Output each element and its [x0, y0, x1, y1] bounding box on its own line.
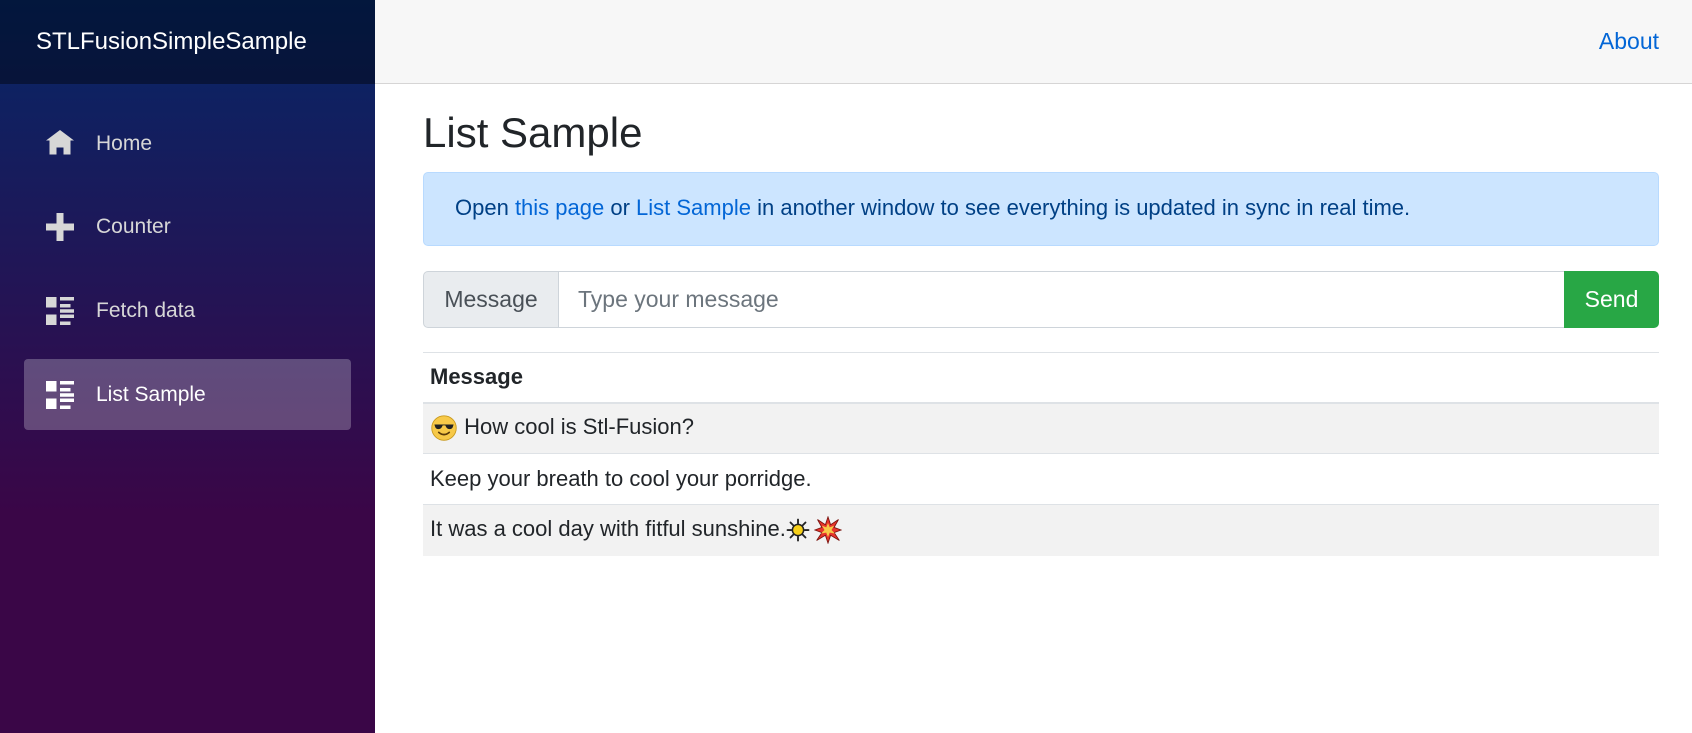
table-row: Keep your breath to cool your porridge. [423, 453, 1659, 505]
page-title: List Sample [423, 109, 643, 156]
alert-text-prefix: Open [455, 195, 515, 220]
message-column-header: Message [423, 352, 1659, 404]
smiling-face-with-sunglasses-emoji [431, 415, 457, 442]
message-input-label: Message [423, 271, 559, 328]
message-cell: Keep your breath to cool your porridge. [423, 453, 1659, 505]
this-page-link[interactable]: this page [515, 195, 604, 220]
message-cell: How cool is Stl-Fusion? [423, 402, 1659, 454]
about-link[interactable]: About [1599, 27, 1659, 55]
alert-text-suffix: in another window to see everything is u… [750, 195, 1411, 220]
home-icon [46, 130, 74, 155]
sidebar-item-label: List Sample [96, 383, 206, 406]
table-row: It was a cool day with fitful sunshine. [423, 504, 1659, 556]
message-input-group: Message Send [423, 271, 1659, 328]
sun-emoji [786, 518, 810, 542]
sidebar-item-label: Fetch data [96, 299, 196, 322]
list-rich-icon [46, 297, 74, 325]
sidebar-item-home[interactable]: Home [24, 108, 351, 179]
brand-bar: STLFusionSimpleSample [0, 0, 375, 84]
app-root: STLFusionSimpleSample Home Counter Fetch… [0, 0, 1692, 733]
sidebar-item-label: Counter [96, 215, 171, 238]
sidebar: STLFusionSimpleSample Home Counter Fetch… [0, 0, 375, 733]
send-button[interactable]: Send [1564, 271, 1659, 328]
sidebar-item-counter[interactable]: Counter [24, 191, 351, 262]
plus-icon [46, 213, 74, 241]
message-text: It was a cool day with fitful sunshine. [430, 516, 786, 542]
table-header-row: Message [423, 352, 1659, 404]
top-row: About [375, 0, 1692, 84]
message-text: How cool is Stl-Fusion? [464, 414, 694, 440]
message-input[interactable] [558, 271, 1567, 328]
message-cell: It was a cool day with fitful sunshine. [423, 504, 1659, 556]
sidebar-item-fetch-data[interactable]: Fetch data [24, 275, 351, 346]
table-row: How cool is Stl-Fusion? [423, 402, 1659, 454]
collision-emoji [813, 516, 842, 545]
sidebar-item-label: Home [96, 132, 153, 155]
app-brand[interactable]: STLFusionSimpleSample [36, 27, 307, 57]
list-rich-icon [46, 381, 74, 409]
alert-text-middle: or [604, 195, 637, 220]
messages-table: Message How cool is Stl-Fusion? Keep you… [423, 352, 1659, 556]
sidebar-item-list-sample[interactable]: List Sample [24, 359, 351, 430]
message-text: Keep your breath to cool your porridge. [430, 466, 812, 491]
list-sample-link[interactable]: List Sample [636, 195, 751, 220]
info-alert: Open this page or List Sample in another… [423, 172, 1659, 246]
